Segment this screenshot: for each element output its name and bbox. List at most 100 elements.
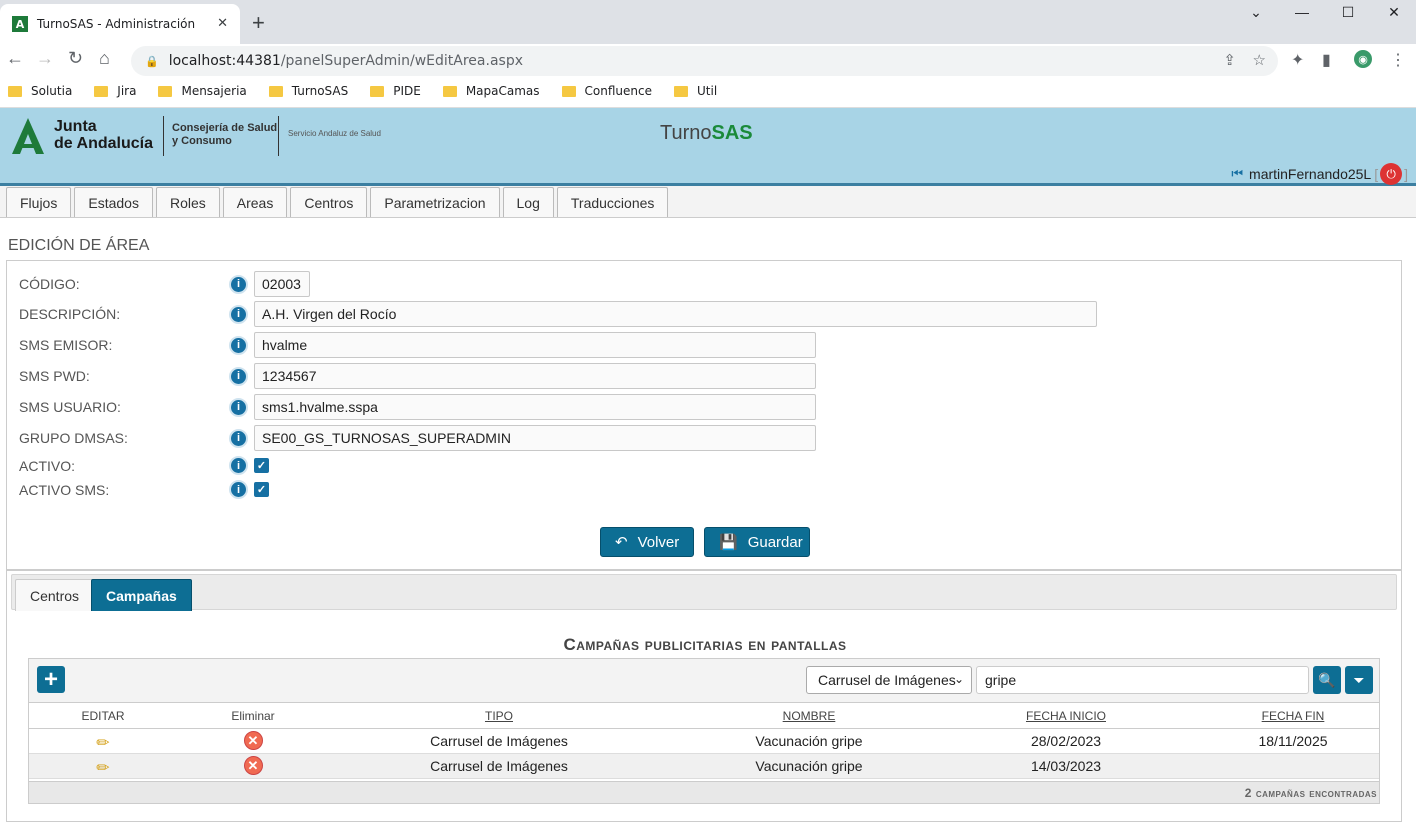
sms-usuario-field[interactable]: sms1.hvalme.sspa <box>254 394 816 420</box>
guardar-button[interactable]: 💾 Guardar <box>704 527 810 557</box>
result-count: 2 <box>1244 786 1252 800</box>
close-tab-icon[interactable]: ✕ <box>217 16 228 31</box>
divider <box>278 116 279 156</box>
descripcion-field[interactable]: A.H. Virgen del Rocío <box>254 301 1097 327</box>
sas-label: Servicio Andaluz de Salud <box>288 129 381 138</box>
delete-button[interactable]: ✕ <box>209 756 297 775</box>
sms-emisor-label: SMS EMISOR: <box>19 337 113 353</box>
menu-kebab-icon[interactable]: ⋮ <box>1390 50 1406 70</box>
folder-icon <box>370 86 385 97</box>
divider <box>163 116 164 156</box>
menu-tab-estados[interactable]: Estados <box>74 187 153 217</box>
junta-logo-text: Junta de Andalucía <box>54 118 153 152</box>
maximize-icon[interactable]: ☐ <box>1325 4 1371 21</box>
codigo-field[interactable]: 02003 <box>254 271 310 297</box>
menu-tab-flujos[interactable]: Flujos <box>6 187 72 217</box>
address-bar-row: ← → ↻ ⌂ 🔒 localhost:44381/panelSuperAdmi… <box>0 44 1416 76</box>
new-tab-icon[interactable]: + <box>252 10 265 36</box>
tab-title: TurnoSAS - Administración <box>37 17 196 31</box>
volver-button[interactable]: ↶ Volver <box>600 527 694 557</box>
back-icon[interactable]: ← <box>6 48 24 69</box>
bookmark-folder[interactable]: MapaCamas <box>442 84 540 98</box>
info-icon[interactable]: i <box>229 274 248 294</box>
subtab-centros[interactable]: Centros <box>15 579 95 611</box>
logout-power-icon[interactable]: ⏻ <box>1380 163 1403 185</box>
home-icon[interactable]: ⌂ <box>99 48 110 69</box>
activo-label: ACTIVO: <box>19 457 76 474</box>
info-icon[interactable]: i <box>229 480 248 499</box>
consejeria-label: Consejería de Salud y Consumo <box>172 122 278 147</box>
bookmark-folder[interactable]: TurnoSAS <box>268 84 348 98</box>
reload-icon[interactable]: ↻ <box>68 48 83 69</box>
bracket: [ <box>1374 166 1379 182</box>
edit-pencil-icon[interactable]: ✏ <box>59 758 147 778</box>
search-button[interactable]: 🔍 <box>1313 666 1341 694</box>
menu-tab-log[interactable]: Log <box>502 187 554 217</box>
forward-icon[interactable]: → <box>36 48 54 69</box>
col-fecha-fin[interactable]: FECHA FIN <box>1213 709 1373 723</box>
col-tipo[interactable]: TIPO <box>419 709 579 723</box>
menu-tab-traducciones[interactable]: Traducciones <box>556 187 669 217</box>
col-fecha-inicio[interactable]: FECHA INICIO <box>986 709 1146 723</box>
activo-sms-checkbox[interactable]: ✓ <box>254 482 269 497</box>
sms-pwd-field[interactable]: 1234567 <box>254 363 816 389</box>
sms-emisor-field[interactable]: hvalme <box>254 332 816 358</box>
info-icon[interactable]: i <box>229 397 248 417</box>
menu-tab-roles[interactable]: Roles <box>155 187 220 217</box>
info-icon[interactable]: i <box>229 456 248 475</box>
info-icon[interactable]: i <box>229 304 248 324</box>
sms-usuario-label: SMS USUARIO: <box>19 399 121 415</box>
bookmark-folder[interactable]: PIDE <box>370 84 421 98</box>
add-campaign-button[interactable]: + <box>37 666 65 693</box>
campaigns-title: Campañas publicitarias en pantallas <box>563 635 847 654</box>
extensions-icon[interactable]: ✦ <box>1291 50 1304 70</box>
info-icon[interactable]: i <box>229 335 248 355</box>
tab-search-icon[interactable]: ⌄ <box>1233 4 1279 21</box>
clear-filter-button[interactable]: ⏷ <box>1345 666 1373 694</box>
grid-header: EDITAR Eliminar TIPO NOMBRE FECHA INICIO… <box>29 703 1379 729</box>
edit-pencil-icon[interactable]: ✏ <box>59 733 147 753</box>
bookmark-folder[interactable]: Confluence <box>561 84 652 98</box>
table-row: ✏ ✕ Carrusel de Imágenes Vacunación grip… <box>29 729 1379 754</box>
bookmark-folder[interactable]: Solutia <box>8 84 72 98</box>
col-nombre[interactable]: NOMBRE <box>729 709 889 723</box>
minimize-icon[interactable]: — <box>1279 4 1325 20</box>
bookmark-folder[interactable]: Util <box>674 84 717 98</box>
lock-icon: 🔒 <box>145 54 159 68</box>
info-icon[interactable]: i <box>229 366 248 386</box>
url-bar[interactable]: 🔒 localhost:44381/panelSuperAdmin/wEditA… <box>131 46 1278 76</box>
folder-icon <box>158 86 173 97</box>
bookmark-folder[interactable]: Jira <box>94 84 136 98</box>
related-panel: Centros Campañas Campañas publicitarias … <box>6 570 1402 822</box>
app-logo: TurnoSAS <box>660 122 753 144</box>
first-page-icon[interactable]: ⏮ <box>1231 166 1243 182</box>
junta-logo-icon <box>12 118 44 154</box>
menu-tab-centros[interactable]: Centros <box>290 187 368 217</box>
table-row: ✏ ✕ Carrusel de Imágenes Vacunación grip… <box>29 754 1379 779</box>
info-icon[interactable]: i <box>229 428 248 448</box>
delete-button[interactable]: ✕ <box>209 731 297 750</box>
bookmark-folder[interactable]: Mensajeria <box>158 84 247 98</box>
user-area: ⏮ martinFernando25L [ ⏻ ] <box>1231 163 1408 185</box>
share-icon[interactable]: ⇪ <box>1223 51 1236 69</box>
grupo-dmsas-field[interactable]: SE00_GS_TURNOSAS_SUPERADMIN <box>254 425 816 451</box>
back-arrow-icon: ↶ <box>615 534 628 551</box>
delete-icon: ✕ <box>243 731 263 750</box>
search-input[interactable]: gripe <box>976 666 1309 694</box>
site-header: Junta de Andalucía Consejería de Salud y… <box>0 108 1416 186</box>
activo-checkbox[interactable]: ✓ <box>254 458 269 473</box>
col-editar: EDITAR <box>81 709 125 723</box>
subtab-campanas[interactable]: Campañas <box>91 579 192 611</box>
side-panel-icon[interactable]: ▮ <box>1322 50 1331 70</box>
window-close-icon[interactable]: ✕ <box>1371 4 1416 21</box>
menu-tab-parametrizacion[interactable]: Parametrizacion <box>370 187 500 217</box>
cell-fecha-inicio: 14/03/2023 <box>1030 758 1102 774</box>
browser-tab[interactable]: A TurnoSAS - Administración ✕ <box>0 4 240 44</box>
menu-tab-areas[interactable]: Areas <box>222 187 288 217</box>
profile-avatar[interactable]: ◉ <box>1354 50 1372 68</box>
folder-icon <box>561 86 576 97</box>
folder-icon <box>268 86 283 97</box>
grid-toolbar: + Carrusel de Imágenes ⌄ gripe 🔍 ⏷ <box>29 659 1379 703</box>
campaign-type-select[interactable]: Carrusel de Imágenes ⌄ <box>806 666 972 694</box>
bookmark-star-icon[interactable]: ☆ <box>1253 51 1266 69</box>
